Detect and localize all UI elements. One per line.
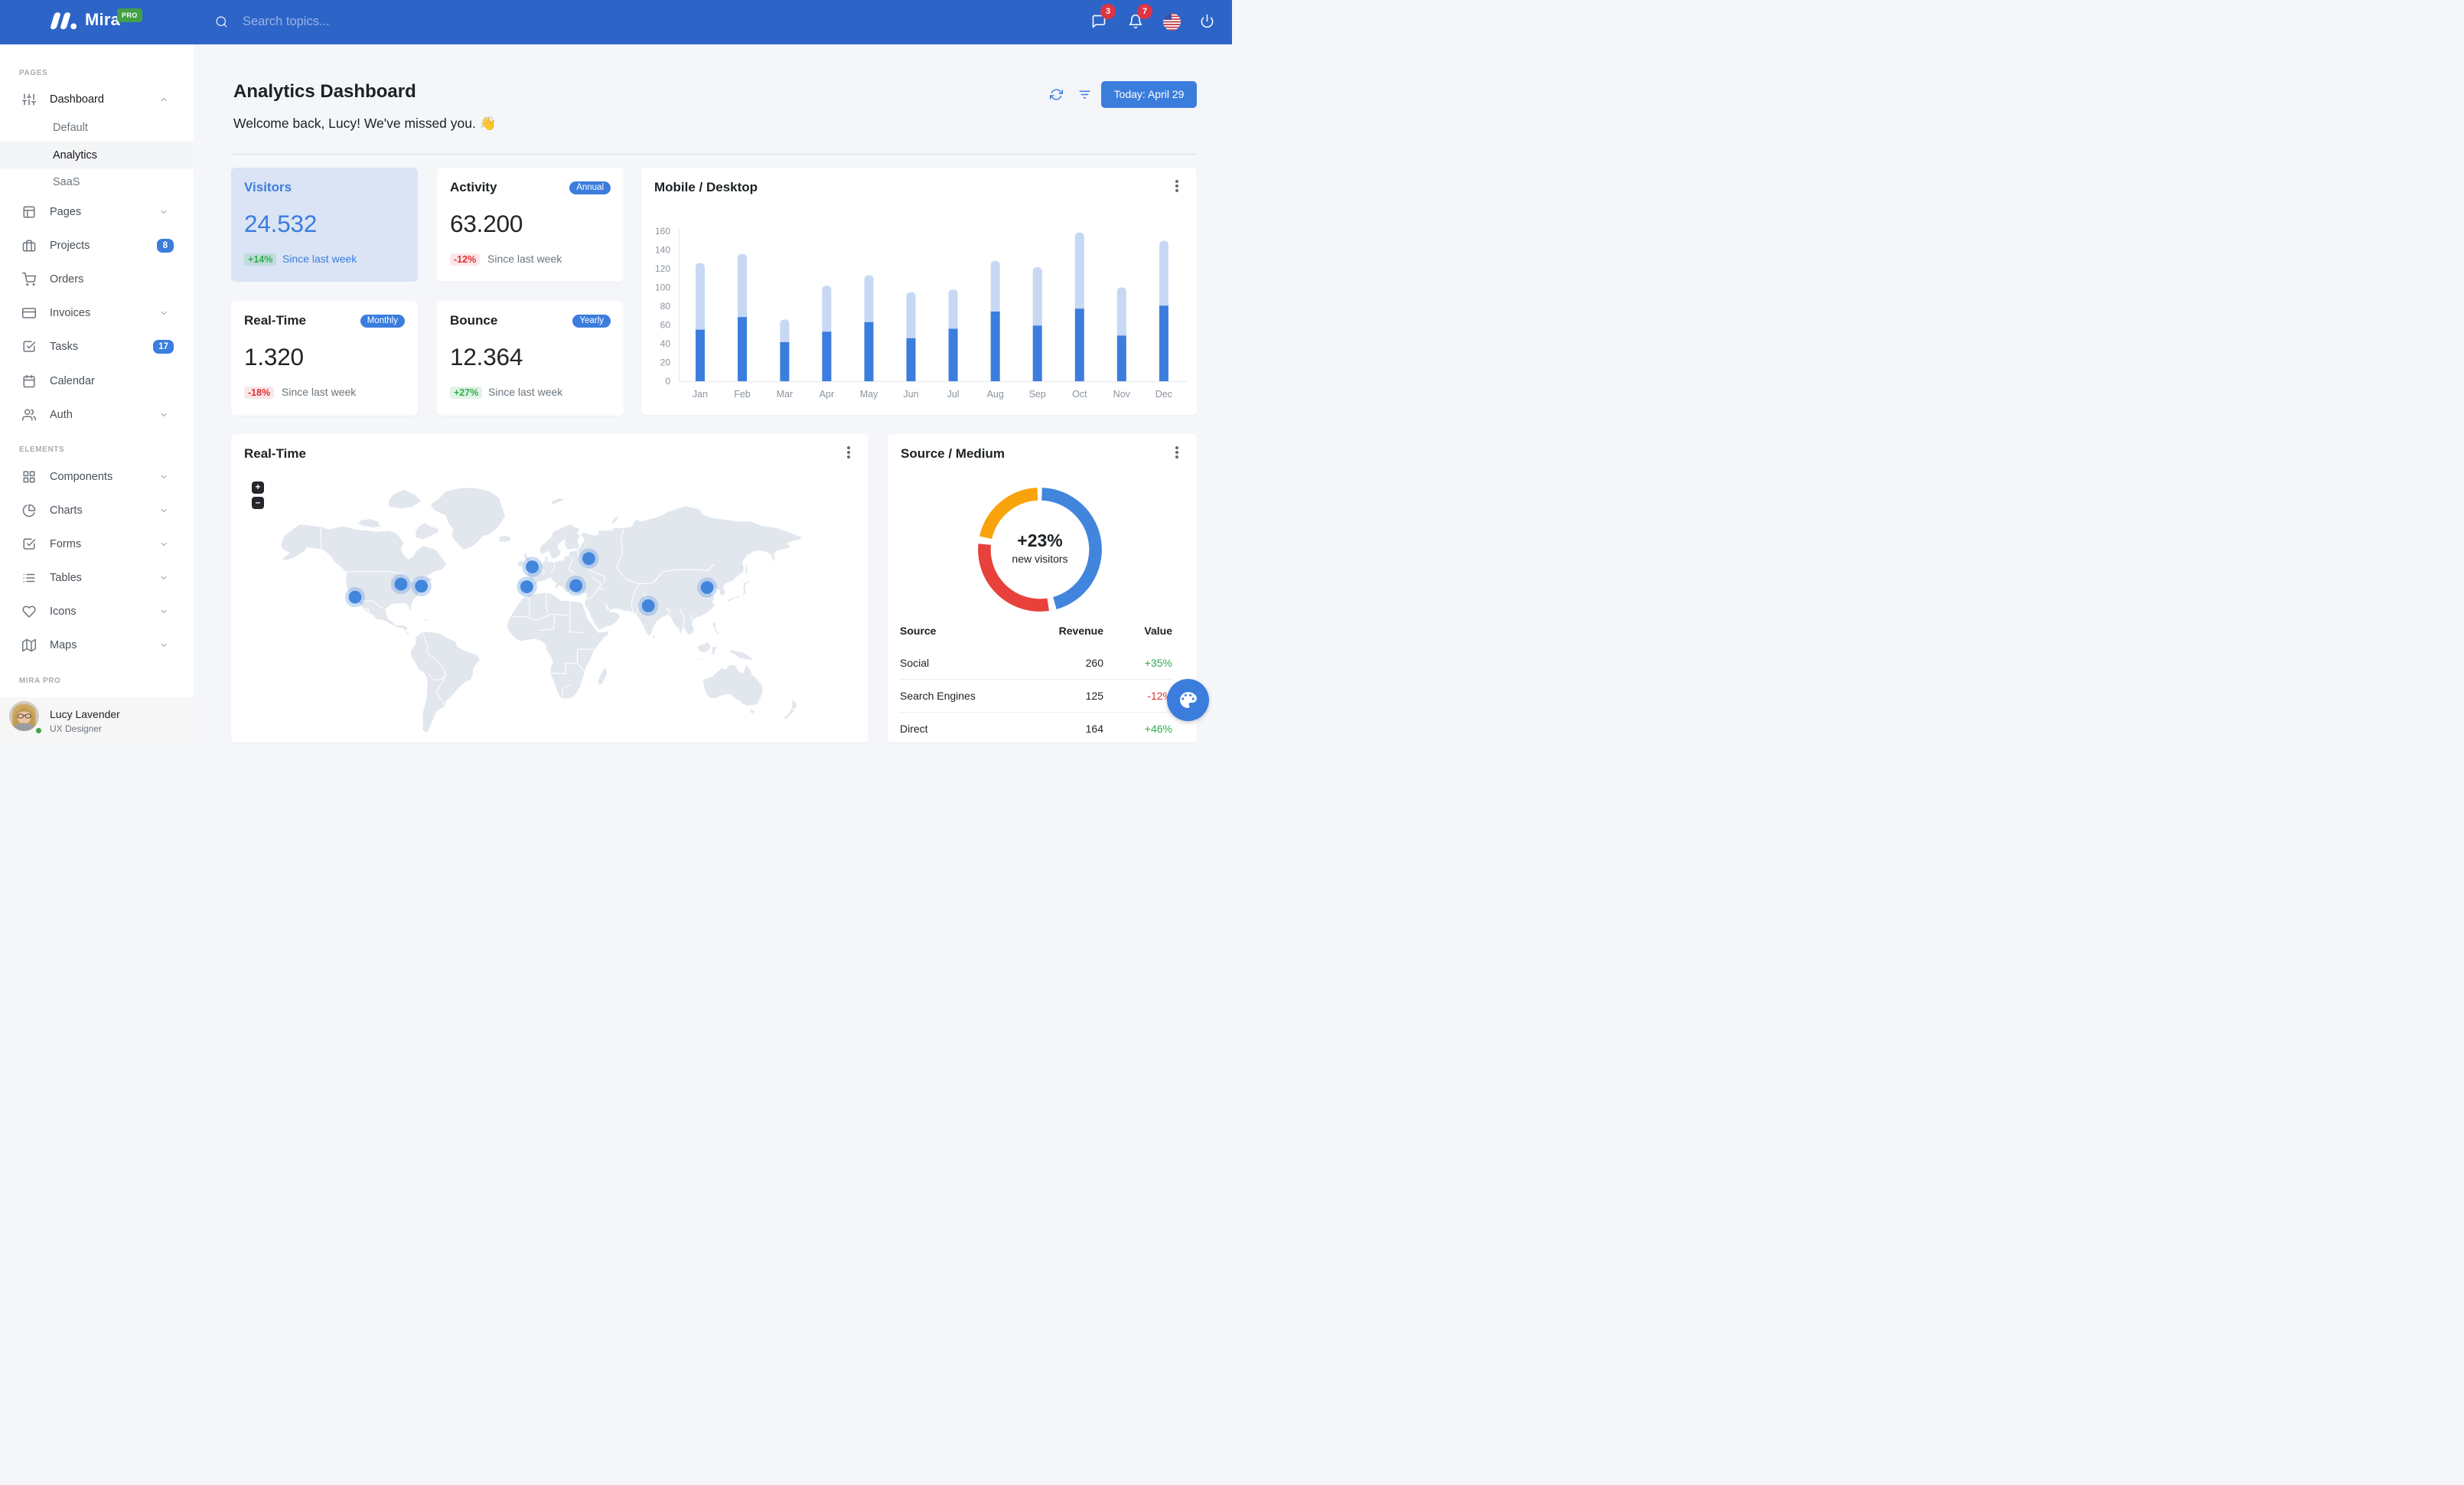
svg-text:100: 100 [655,282,670,293]
svg-text:Jun: Jun [903,389,918,400]
svg-text:120: 120 [655,263,670,274]
svg-text:60: 60 [660,320,671,331]
svg-text:Feb: Feb [734,389,751,400]
svg-text:40: 40 [660,338,671,349]
svg-text:Jan: Jan [693,389,708,400]
svg-text:160: 160 [655,226,670,237]
svg-text:Nov: Nov [1113,389,1131,400]
svg-text:May: May [860,389,878,400]
svg-text:Sep: Sep [1029,389,1046,400]
svg-text:Apr: Apr [820,389,834,400]
svg-text:20: 20 [660,357,671,368]
svg-text:Aug: Aug [987,389,1004,400]
svg-text:Oct: Oct [1072,389,1087,400]
svg-text:140: 140 [655,245,670,256]
svg-text:Jul: Jul [947,389,960,400]
svg-text:Dec: Dec [1155,389,1172,400]
svg-text:Mar: Mar [777,389,794,400]
svg-text:80: 80 [660,301,671,312]
svg-text:0: 0 [665,376,670,387]
